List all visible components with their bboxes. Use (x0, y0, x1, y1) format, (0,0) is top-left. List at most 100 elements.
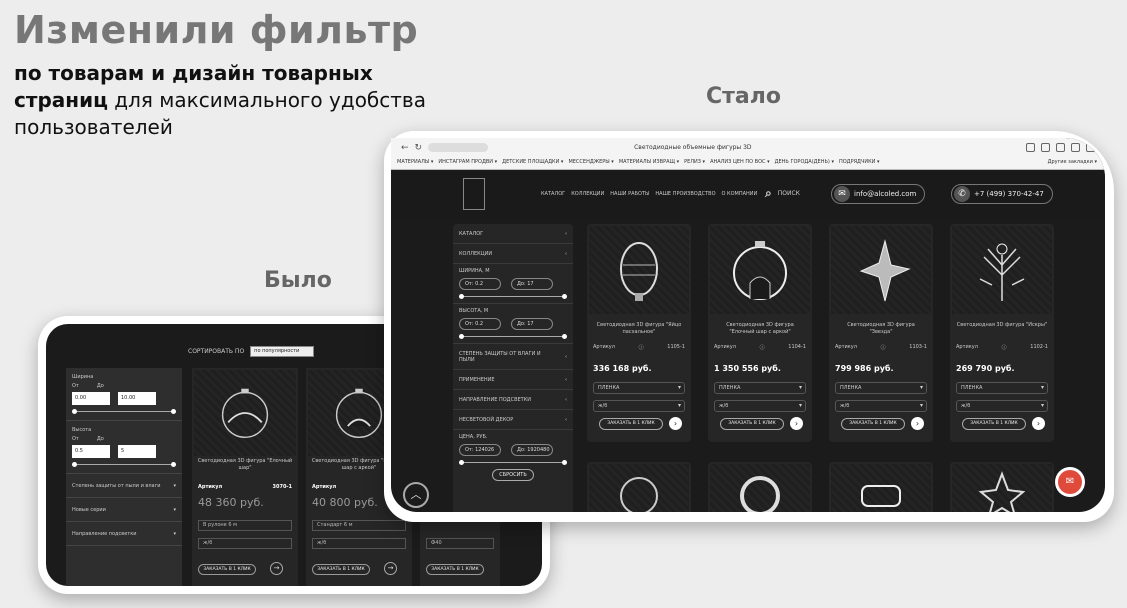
address-bar[interactable] (428, 143, 489, 152)
phone-contact[interactable]: ✆ +7 (499) 370-42-47 (951, 184, 1053, 204)
article-label: Артикул (835, 344, 857, 350)
height-slider[interactable] (459, 334, 567, 339)
chat-widget-button[interactable]: ✉ (1058, 470, 1082, 494)
product-card[interactable] (829, 462, 933, 512)
option-select[interactable]: ж/б (593, 400, 685, 412)
email-contact[interactable]: ✉ info@alcoled.com (831, 184, 926, 204)
product-image (194, 370, 296, 456)
bookmark[interactable]: МАТЕРИАЛЫ ▾ (397, 159, 433, 165)
nav-catalog[interactable]: КАТАЛОГ (541, 191, 565, 197)
filter-protection[interactable]: СТЕПЕНЬ ЗАЩИТЫ ОТ ВЛАГИ И ПЫЛИ ‹ (453, 344, 573, 370)
old-sort-select[interactable]: по популярности (250, 346, 315, 357)
new-screen: ← ↻ Светодиодные объемные фигуры 3D МАТЕ… (391, 138, 1105, 512)
article-value: 1105-1 (667, 344, 685, 350)
arrow-right-icon[interactable]: › (1032, 417, 1045, 430)
nav-works[interactable]: НАШИ РАБОТЫ (610, 191, 649, 197)
old-filter-direction[interactable]: Направление подсветки ▾ (66, 522, 182, 546)
width-from-input[interactable]: От: 0.2 (459, 278, 501, 290)
bookmark[interactable]: ДЕТСКИЕ ПЛОЩАДКИ ▾ (502, 159, 563, 165)
bookmark[interactable]: ПОДРЯДЧИКИ ▾ (839, 159, 880, 165)
option-select[interactable]: ж/б (312, 538, 406, 549)
old-product-card[interactable]: Светодиодная 3D фигура "Елочный шар" Арт… (192, 368, 298, 586)
filter-usage[interactable]: ПРИМЕНЕНИЕ ‹ (453, 370, 573, 390)
option-select[interactable]: Стандарт 6 м (312, 520, 406, 531)
height-from-input[interactable]: От: 0.2 (459, 318, 501, 330)
extension-icon[interactable] (1041, 143, 1050, 152)
extension-icon[interactable] (1086, 143, 1095, 152)
info-icon[interactable]: ⓘ (1002, 344, 1007, 351)
nav-production[interactable]: НАШЕ ПРОИЗВОДСТВО (655, 191, 715, 197)
option-select[interactable]: Ф40 (426, 538, 494, 549)
product-card[interactable]: Светодиодная 3D фигура "Яйцо пасхальное"… (587, 224, 691, 442)
arrow-right-icon[interactable]: › (790, 417, 803, 430)
product-image (831, 226, 931, 314)
option-select[interactable]: ж/б (835, 400, 927, 412)
old-height-from-input[interactable]: 0.5 (72, 445, 110, 458)
search-button[interactable]: ⌕ ПОИСК (765, 186, 800, 201)
price-from-input[interactable]: От: 124026 (459, 444, 501, 456)
old-width-from-input[interactable]: 0.00 (72, 392, 110, 405)
order-one-click-button[interactable]: ЗАКАЗАТЬ В 1 КЛИК (198, 564, 256, 575)
option-select[interactable]: ПЛЕНКА (956, 382, 1048, 394)
site-logo[interactable] (463, 178, 485, 210)
bookmark[interactable]: ИНСТАГРАМ ПРОДВИ ▾ (438, 159, 497, 165)
product-card[interactable]: Светодиодная 3D фигура "Звезда" Артикул ⓘ… (829, 224, 933, 442)
option-select[interactable]: ПЛЕНКА (835, 382, 927, 394)
info-icon[interactable]: ⓘ (760, 344, 765, 351)
sidebar-catalog[interactable]: КАТАЛОГ ‹ (453, 224, 573, 244)
back-icon[interactable]: ← (401, 143, 409, 153)
bookmark[interactable]: РЕЛИЗ ▾ (684, 159, 705, 165)
arrow-right-icon[interactable]: › (911, 417, 924, 430)
arrow-right-icon[interactable]: → (384, 562, 397, 575)
old-width-to-input[interactable]: 10.00 (118, 392, 156, 405)
nav-about[interactable]: О КОМПАНИИ (722, 191, 758, 197)
width-slider[interactable] (459, 294, 567, 299)
option-select[interactable]: ж/б (956, 400, 1048, 412)
old-height-slider[interactable] (72, 462, 176, 467)
bookmark[interactable]: ДЕНЬ ГОРОДА(ДЕНЬ) ▾ (775, 159, 834, 165)
price-slider[interactable] (459, 460, 567, 465)
nav-collections[interactable]: КОЛЛЕКЦИИ (571, 191, 604, 197)
reload-icon[interactable]: ↻ (415, 143, 423, 153)
price-to-input[interactable]: До: 1920480 (511, 444, 553, 456)
order-one-click-button[interactable]: ЗАКАЗАТЬ В 1 КЛИК (841, 418, 905, 430)
bookmark[interactable]: МЕССЕНДЖЕРЫ ▾ (568, 159, 613, 165)
order-one-click-button[interactable]: ЗАКАЗАТЬ В 1 КЛИК (962, 418, 1026, 430)
arrow-right-icon[interactable]: → (270, 562, 283, 575)
bookmark[interactable]: АНАЛИЗ ЦЕН ПО ВОС ▾ (710, 159, 770, 165)
scroll-up-button[interactable]: ︿ (403, 482, 429, 508)
width-to-input[interactable]: До: 17 (511, 278, 553, 290)
height-to-input[interactable]: До: 17 (511, 318, 553, 330)
order-one-click-button[interactable]: ЗАКАЗАТЬ В 1 КЛИК (720, 418, 784, 430)
old-filter-series[interactable]: Новые серии ▾ (66, 498, 182, 522)
option-select[interactable]: В рулоне 6 м (198, 520, 292, 531)
old-filter-protection[interactable]: Степень защиты от пыли и влаги ▾ (66, 474, 182, 498)
extension-icon[interactable] (1056, 143, 1065, 152)
arrow-right-icon[interactable]: › (669, 417, 682, 430)
order-one-click-button[interactable]: ЗАКАЗАТЬ В 1 КЛИК (426, 564, 484, 575)
filter-decor[interactable]: НЕСВЕТОВОЙ ДЕКОР ‹ (453, 410, 573, 430)
info-icon[interactable]: ⓘ (639, 344, 644, 351)
filter-direction[interactable]: НАПРАВЛЕНИЕ ПОДСВЕТКИ ‹ (453, 390, 573, 410)
info-icon[interactable]: ⓘ (881, 344, 886, 351)
reset-filters-button[interactable]: СБРОСИТЬ (492, 469, 534, 481)
extension-icon[interactable] (1026, 143, 1035, 152)
old-width-slider[interactable] (72, 409, 176, 414)
filter-direction-label: НАПРАВЛЕНИЕ ПОДСВЕТКИ (459, 396, 531, 403)
bookmark[interactable]: МАТЕРИАЛЫ ИЗВРАЩ ▾ (619, 159, 679, 165)
product-card[interactable]: Светодиодная 3D фигура "Искры" Артикул ⓘ 1… (950, 224, 1054, 442)
product-card[interactable]: Светодиодная 3D фигура "Елочный шар с ар… (708, 224, 812, 442)
order-one-click-button[interactable]: ЗАКАЗАТЬ В 1 КЛИК (599, 418, 663, 430)
product-card[interactable] (708, 462, 812, 512)
extension-icon[interactable] (1071, 143, 1080, 152)
option-select[interactable]: ж/б (198, 538, 292, 549)
option-select[interactable]: ж/б (714, 400, 806, 412)
option-select[interactable]: ПЛЕНКА (714, 382, 806, 394)
order-one-click-button[interactable]: ЗАКАЗАТЬ В 1 КЛИК (312, 564, 370, 575)
option-select[interactable]: ПЛЕНКА (593, 382, 685, 394)
product-card[interactable] (950, 462, 1054, 512)
sidebar-collections[interactable]: КОЛЛЕКЦИИ ‹ (453, 244, 573, 264)
other-bookmarks[interactable]: Другие закладки ▾ (1048, 159, 1097, 165)
old-height-to-input[interactable]: 5 (118, 445, 156, 458)
product-card[interactable] (587, 462, 691, 512)
